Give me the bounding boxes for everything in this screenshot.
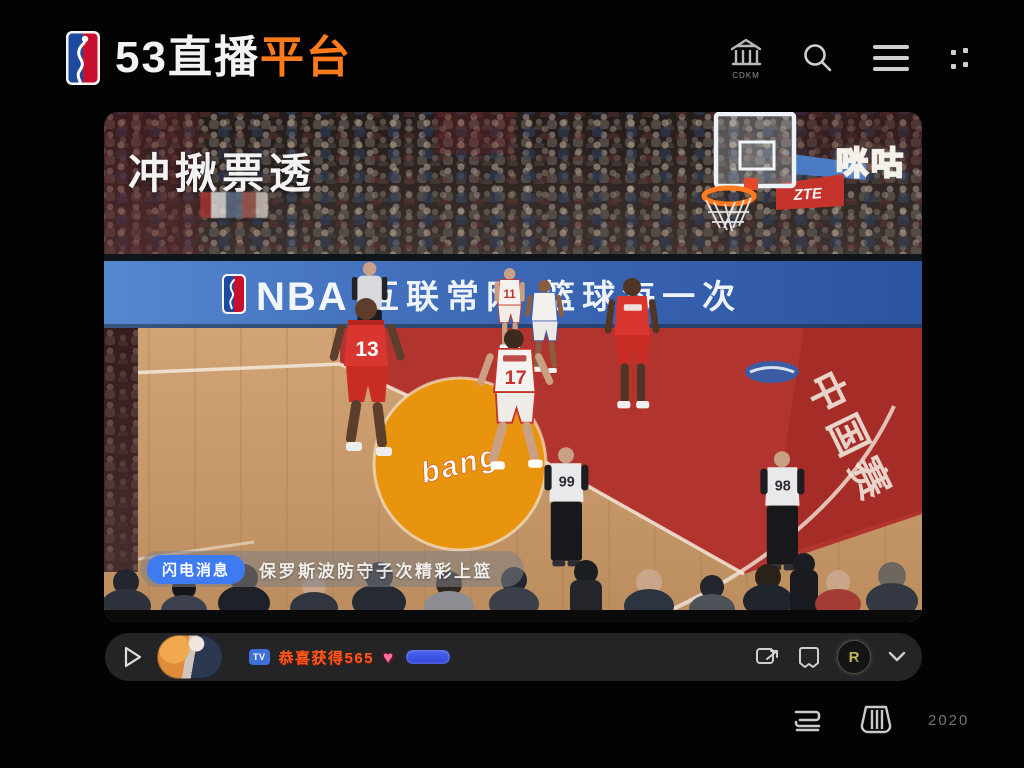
brand-home-link[interactable]: 53直播平台 [66, 31, 352, 85]
control-bar-right: R [755, 640, 906, 674]
video-player[interactable]: NBA 互联常网 篮球每一次 bang 中国赛 [104, 112, 922, 622]
gift-icon[interactable] [856, 701, 896, 737]
tv-badge-icon: TV [249, 649, 270, 665]
pip-icon[interactable] [755, 645, 781, 669]
menu-icon[interactable] [869, 41, 913, 75]
svg-text:98: 98 [775, 478, 791, 494]
page-title: 53直播平台 [115, 36, 352, 80]
reaction-button[interactable]: R [837, 640, 871, 674]
play-button[interactable] [119, 644, 145, 670]
chat-message-text: 恭喜获得565 [279, 647, 375, 668]
svg-text:17: 17 [505, 367, 527, 389]
ad-board-brand: NBA [256, 275, 349, 319]
reaction-glyph-icon: R [849, 650, 860, 665]
nba-logo-icon [66, 31, 100, 85]
streamer-avatar[interactable] [157, 635, 223, 679]
ad-board-logo [222, 274, 246, 314]
search-icon[interactable] [801, 41, 835, 75]
hoop-pad-text: ZTE [792, 185, 823, 204]
chat-message-line: TV 恭喜获得565 ♥ [249, 647, 450, 668]
watermark-thumb [200, 192, 268, 218]
progress-pill [406, 650, 450, 664]
svg-text:11: 11 [503, 288, 516, 301]
layers-icon[interactable] [790, 706, 826, 736]
cast-caption: CDKM [732, 71, 760, 80]
heart-icon[interactable]: ♥ [383, 649, 393, 666]
cast-icon[interactable]: CDKM [725, 36, 767, 80]
svg-text:13: 13 [355, 338, 378, 361]
player-control-bar: TV 恭喜获得565 ♥ R [105, 633, 922, 681]
app-header: 53直播平台 CDKM [66, 28, 972, 88]
ticker-message: 保罗斯波防守子次精彩上篮 [259, 557, 493, 582]
header-icons: CDKM [725, 36, 972, 80]
footer-toolbar: 2020 [0, 698, 1024, 750]
chevron-down-icon[interactable] [888, 651, 906, 663]
announcement-ticker: 闪电消息 保罗斯波防守子次精彩上篮 [140, 551, 524, 587]
live-stream-page: 53直播平台 CDKM [0, 0, 1024, 768]
bookmark-icon[interactable] [798, 645, 820, 669]
svg-text:99: 99 [559, 474, 575, 490]
year-label: 2020 [928, 712, 969, 729]
fullscreen-icon[interactable] [947, 46, 972, 71]
watermark-corner: 咪咕 [836, 138, 906, 184]
ticker-tag: 闪电消息 [147, 555, 245, 584]
